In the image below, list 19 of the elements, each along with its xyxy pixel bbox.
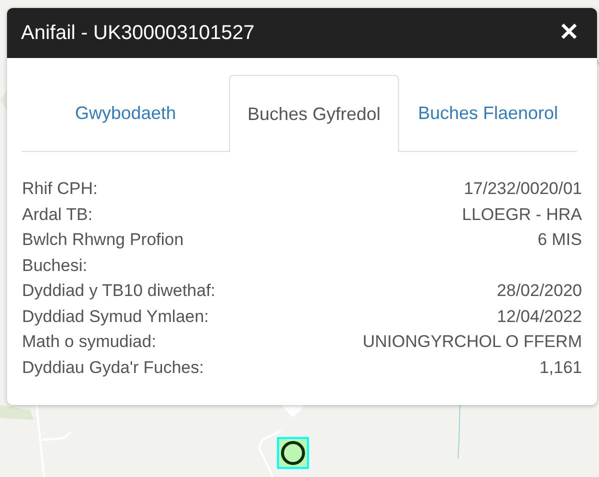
tab[interactable]: Buches Flaenorol [399,75,577,152]
detail-label: Bwlch Rhwng Profion Buchesi: [22,229,185,276]
detail-label: Dyddiau Gyda'r Fuches: [22,356,205,378]
detail-value: 28/02/2020 [496,280,582,302]
tab[interactable]: Buches Gyfredol [229,75,399,152]
detail-label: Math o symudiad: [22,331,158,353]
detail-label: Ardal TB: [22,204,94,226]
popup-title: Anifail - UK300003101527 [21,21,255,46]
marker-icon[interactable] [277,437,309,469]
detail-label: Dyddiad y TB10 diwethaf: [22,280,216,302]
detail-label: Rhif CPH: [22,178,99,200]
close-button[interactable]: ✕ [555,21,583,45]
detail-value: 12/04/2022 [496,306,582,328]
detail-label: Dyddiad Symud Ymlaen: [22,306,210,328]
detail-value: LLOEGR - HRA [461,204,582,226]
detail-value: 6 MIS [536,229,582,251]
detail-value: UNIONGYRCHOL O FFERM [362,331,582,353]
detail-value: 17/232/0020/01 [462,178,582,200]
detail-value: 1,161 [538,356,582,378]
